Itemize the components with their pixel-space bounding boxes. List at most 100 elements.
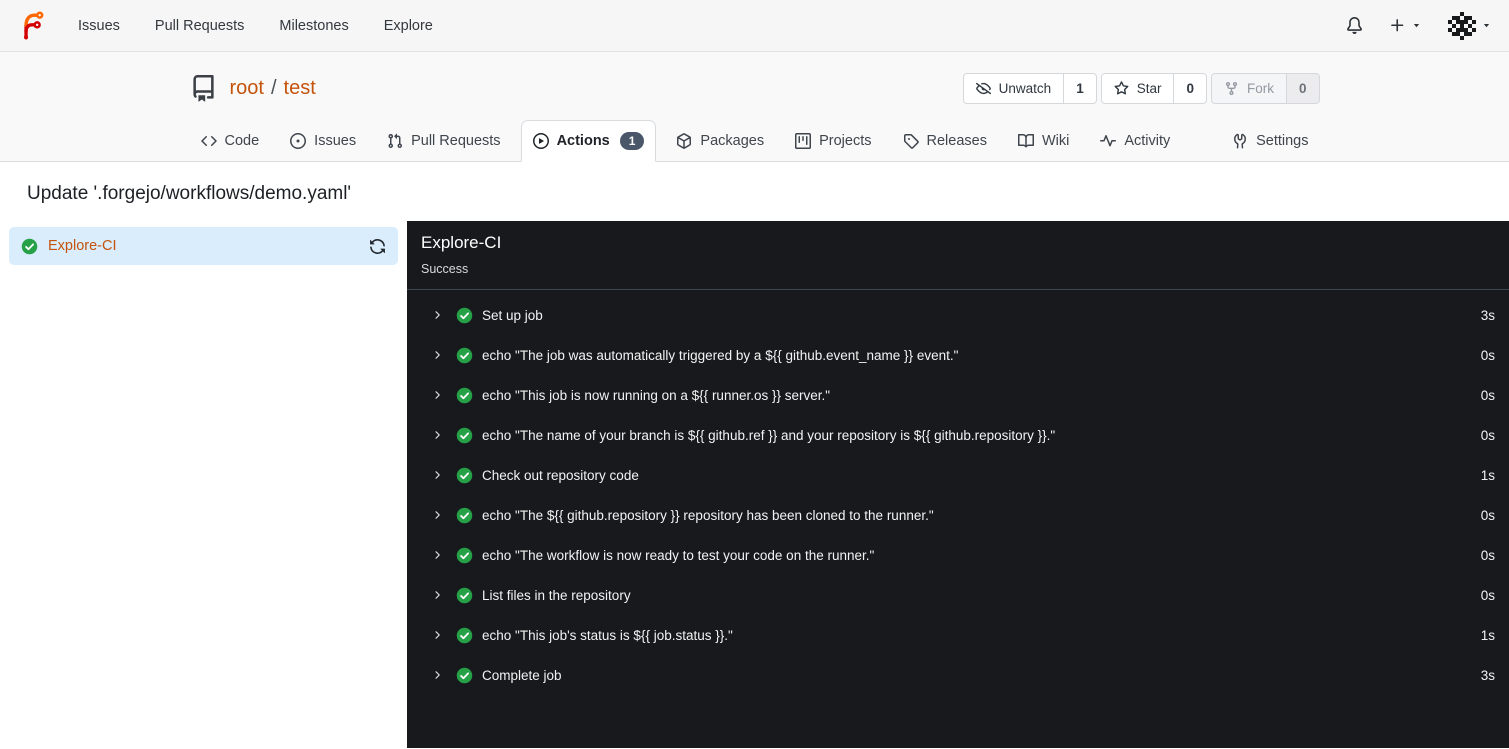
tab-projects[interactable]: Projects — [784, 120, 882, 161]
unwatch-label: Unwatch — [998, 81, 1052, 96]
chevron-right-icon — [431, 509, 443, 521]
chevron-down-icon — [1411, 20, 1422, 31]
notifications-button[interactable] — [1346, 17, 1363, 34]
nav-explore[interactable]: Explore — [384, 18, 433, 34]
tab-label: Activity — [1124, 132, 1171, 149]
repo-separator: / — [270, 77, 277, 99]
step-duration: 0s — [1480, 387, 1495, 403]
tab-pull-requests[interactable]: Pull Requests — [376, 120, 511, 161]
step-duration: 0s — [1480, 547, 1495, 563]
step-row-0[interactable]: Set up job 3s — [407, 295, 1509, 335]
step-row-1[interactable]: echo "The job was automatically triggere… — [407, 335, 1509, 375]
step-duration: 1s — [1480, 627, 1495, 643]
step-row-6[interactable]: echo "The workflow is now ready to test … — [407, 535, 1509, 575]
tag-icon — [903, 133, 919, 149]
repo-book-icon — [190, 75, 217, 102]
forgejo-logo[interactable] — [17, 10, 48, 41]
job-steps-list: Set up job 3s echo "The job was automati… — [407, 290, 1509, 695]
repo-tabs: Code Issues Pull Requests Actions 1 Pack… — [190, 120, 1320, 162]
step-row-5[interactable]: echo "The ${{ github.repository }} repos… — [407, 495, 1509, 535]
jobs-sidebar: Explore-CI — [0, 221, 407, 748]
step-duration: 0s — [1480, 427, 1495, 443]
step-row-2[interactable]: echo "This job is now running on a ${{ r… — [407, 375, 1509, 415]
tab-packages[interactable]: Packages — [665, 120, 775, 161]
tab-code[interactable]: Code — [190, 120, 271, 161]
job-log-title: Explore-CI — [421, 233, 502, 252]
bell-icon — [1346, 17, 1363, 34]
step-name: List files in the repository — [482, 587, 631, 603]
success-check-icon — [21, 238, 38, 255]
star-label: Star — [1136, 81, 1162, 96]
fork-label: Fork — [1246, 81, 1274, 96]
chevron-right-icon — [431, 349, 443, 361]
repo-owner-link[interactable]: root — [230, 77, 264, 100]
nav-issues[interactable]: Issues — [78, 18, 120, 34]
nav-pull-requests[interactable]: Pull Requests — [155, 18, 244, 34]
tab-label: Releases — [926, 132, 987, 149]
step-row-9[interactable]: Complete job 3s — [407, 655, 1509, 695]
step-duration: 3s — [1480, 667, 1495, 683]
success-check-icon — [456, 627, 473, 644]
chevron-right-icon — [431, 389, 443, 401]
unwatch-button[interactable]: Unwatch — [964, 74, 1064, 103]
tab-activity[interactable]: Activity — [1089, 120, 1181, 161]
book-icon — [1018, 133, 1034, 149]
tab-label: Settings — [1256, 132, 1309, 149]
run-title: Update '.forgejo/workflows/demo.yaml' — [27, 183, 352, 204]
tab-releases[interactable]: Releases — [892, 120, 998, 161]
tab-issues[interactable]: Issues — [279, 120, 367, 161]
step-duration: 0s — [1480, 507, 1495, 523]
top-navbar: Issues Pull Requests Milestones Explore — [0, 0, 1509, 52]
step-name: echo "The job was automatically triggere… — [482, 347, 959, 363]
star-icon — [1114, 81, 1129, 96]
chevron-right-icon — [431, 589, 443, 601]
success-check-icon — [456, 347, 473, 364]
step-name: echo "This job is now running on a ${{ r… — [482, 387, 831, 403]
step-row-8[interactable]: echo "This job's status is ${{ job.statu… — [407, 615, 1509, 655]
rerun-sync-icon[interactable] — [369, 238, 386, 255]
stars-count[interactable]: 0 — [1173, 74, 1206, 103]
step-row-4[interactable]: Check out repository code 1s — [407, 455, 1509, 495]
navbar-right — [1346, 12, 1492, 40]
issue-opened-icon — [290, 133, 306, 149]
watchers-count[interactable]: 1 — [1063, 74, 1096, 103]
step-duration: 3s — [1480, 307, 1495, 323]
step-name: Set up job — [482, 307, 543, 323]
tab-actions[interactable]: Actions 1 — [520, 120, 657, 162]
chevron-right-icon — [431, 629, 443, 641]
job-name: Explore-CI — [48, 238, 117, 254]
main-nav: Issues Pull Requests Milestones Explore — [78, 18, 433, 34]
tab-wiki[interactable]: Wiki — [1007, 120, 1080, 161]
tools-icon — [1232, 133, 1248, 149]
create-new-dropdown[interactable] — [1389, 17, 1422, 34]
step-row-3[interactable]: echo "The name of your branch is ${{ git… — [407, 415, 1509, 455]
repo-header: root / test Unwatch 1 Star 0 Fork 0 Code… — [0, 52, 1509, 162]
tab-label: Issues — [314, 132, 357, 149]
fork-icon — [1224, 81, 1239, 96]
success-check-icon — [456, 387, 473, 404]
repo-breadcrumb: root / test — [230, 77, 316, 100]
success-check-icon — [456, 507, 473, 524]
forks-count[interactable]: 0 — [1285, 74, 1319, 103]
step-duration: 0s — [1480, 587, 1495, 603]
job-list-item-explore-ci[interactable]: Explore-CI — [9, 227, 398, 265]
star-button[interactable]: Star — [1102, 74, 1174, 103]
user-menu-dropdown[interactable] — [1448, 12, 1492, 40]
package-icon — [676, 133, 692, 149]
repo-name-link[interactable]: test — [284, 77, 316, 100]
tab-settings[interactable]: Settings — [1221, 120, 1319, 161]
repo-action-buttons: Unwatch 1 Star 0 Fork 0 — [962, 73, 1320, 104]
step-duration: 1s — [1480, 467, 1495, 483]
tab-label: Wiki — [1041, 132, 1070, 149]
step-name: echo "The name of your branch is ${{ git… — [482, 427, 1056, 443]
tab-label: Actions — [556, 133, 610, 149]
nav-milestones[interactable]: Milestones — [279, 18, 348, 34]
chevron-right-icon — [431, 429, 443, 441]
plus-icon — [1389, 17, 1406, 34]
play-circle-icon — [533, 133, 549, 149]
tab-label: Code — [224, 132, 260, 149]
git-pull-request-icon — [387, 133, 403, 149]
step-row-7[interactable]: List files in the repository 0s — [407, 575, 1509, 615]
forgejo-logo-icon — [17, 10, 48, 41]
actions-run-view: Update '.forgejo/workflows/demo.yaml' Ex… — [0, 162, 1509, 748]
